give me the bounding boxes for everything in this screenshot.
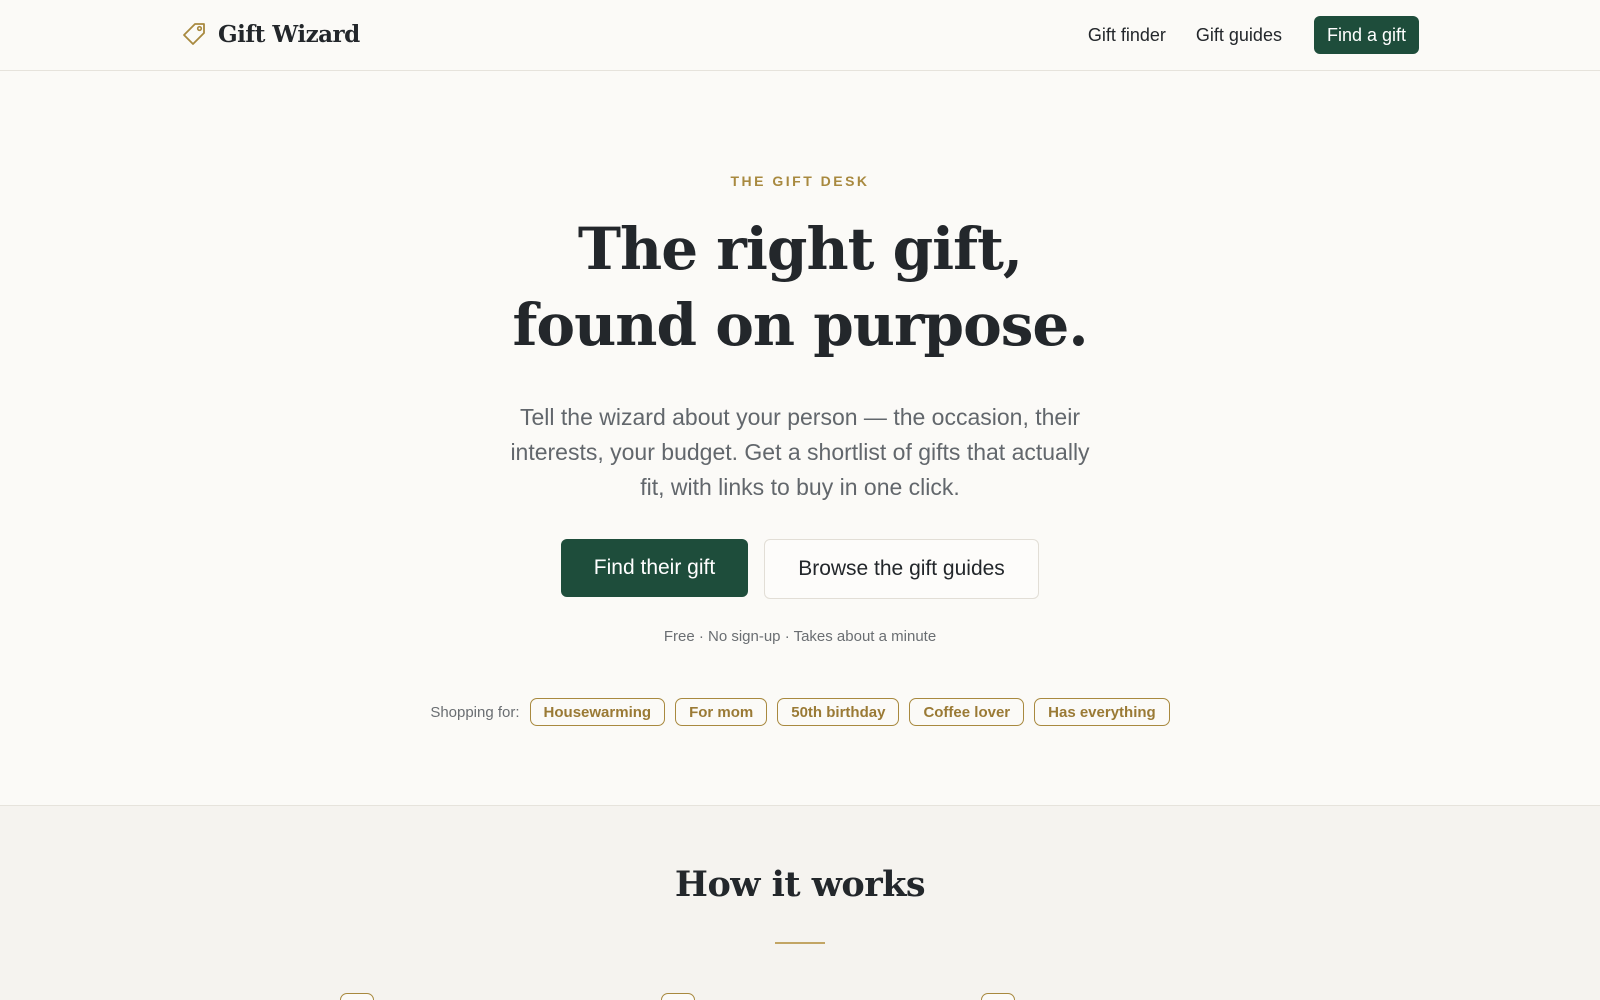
chip-has-everything[interactable]: Has everything bbox=[1034, 698, 1170, 726]
chip-for-mom[interactable]: For mom bbox=[675, 698, 768, 726]
browse-gift-guides-button[interactable]: Browse the gift guides bbox=[764, 539, 1039, 599]
hero-cta-row: Find their gift Browse the gift guides bbox=[0, 539, 1600, 599]
how-it-works-title: How it works bbox=[674, 864, 926, 905]
title-underline bbox=[775, 942, 825, 944]
hero-subtext: Tell the wizard about your person — the … bbox=[510, 404, 1090, 500]
hero-eyebrow: THE GIFT DESK bbox=[730, 173, 870, 189]
step-2-icon bbox=[661, 993, 695, 1000]
find-their-gift-button[interactable]: Find their gift bbox=[561, 539, 748, 597]
brand-logo-link[interactable]: Gift Wizard bbox=[180, 14, 360, 54]
step-3-icon bbox=[981, 993, 1015, 1000]
brand-name: Gift Wizard bbox=[218, 20, 360, 48]
headline-line-1: The right gift, bbox=[577, 215, 1023, 283]
main-nav: Gift finder Gift guides Find a gift bbox=[1088, 16, 1419, 54]
nav-gift-finder[interactable]: Gift finder bbox=[1088, 25, 1166, 46]
chip-housewarming[interactable]: Housewarming bbox=[529, 698, 666, 726]
find-a-gift-button[interactable]: Find a gift bbox=[1313, 16, 1419, 54]
hero-section: THE GIFT DESK The right gift, found on p… bbox=[0, 71, 1600, 806]
chip-coffee-lover[interactable]: Coffee lover bbox=[909, 698, 1025, 726]
hero-fine-print: Free · No sign-up · Takes about a minute bbox=[663, 628, 937, 645]
tag-icon bbox=[183, 23, 205, 45]
shopping-for-label: Shopping for: bbox=[430, 703, 520, 721]
nav-gift-guides[interactable]: Gift guides bbox=[1196, 25, 1282, 46]
site-header: Gift Wizard Gift finder Gift guides Find… bbox=[0, 0, 1600, 71]
chip-50th-birthday[interactable]: 50th birthday bbox=[777, 698, 900, 726]
how-it-works-section: How it works bbox=[0, 805, 1600, 1000]
shopping-for-chips: Shopping for: Housewarming For mom 50th … bbox=[0, 698, 1600, 726]
hero-headline: The right gift, found on purpose. bbox=[0, 211, 1600, 363]
headline-line-2: found on purpose. bbox=[512, 291, 1088, 359]
step-1-icon bbox=[340, 993, 374, 1000]
